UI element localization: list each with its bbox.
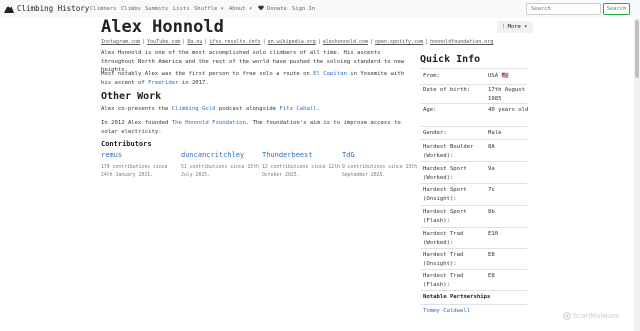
quick-info-label: Hardest Sport (Onsight): [423,187,467,202]
scanmalware-logo-icon [563,312,571,320]
quick-info-value: 7c [488,187,495,193]
brand-title[interactable]: Climbing History [17,4,89,13]
quick-info-label: Hardest Trad (Onsight): [423,252,464,267]
quick-info-label: Age: [423,107,437,113]
quick-info-value: E8 [488,252,495,258]
text-segment: podcast alongside [215,106,280,112]
search-button[interactable]: Search [603,3,630,15]
text-segment: Alex co-presents the [101,106,172,112]
podcast-paragraph: Alex co-presents the Climbing Gold podca… [101,105,411,114]
contributor-card: remus 179 contributions since 24th Janua… [101,151,181,179]
partner-link-tommy-caldwell[interactable]: Tommy Caldwell [423,308,470,314]
contributor-card: duncancritchley 51 contributions since 1… [181,151,261,179]
quick-info-value: E10 [488,231,499,237]
link-climbing-gold[interactable]: Climbing Gold [172,106,216,112]
quick-info-divider [420,304,527,305]
nav-shuffle-dropdown[interactable]: Shuffle ▾ [194,6,224,12]
link-youtube[interactable]: YouTube.com [147,39,180,45]
quick-info-row-sport-flash: Hardest Sport (Flash): 8b [420,205,527,227]
other-work-heading: Other Work [101,91,162,102]
quick-info-heading: Quick Info [420,54,481,65]
nav-climbs[interactable]: Climbs [121,6,141,12]
quick-info-value: 8b [488,209,495,215]
contributor-info: 9 contributions since 13th September 202… [342,165,418,178]
nav-lists[interactable]: Lists [173,6,190,12]
quick-info-label: Date of birth: [423,87,471,93]
link-wikipedia[interactable]: en.wikipedia.org [268,39,316,45]
quick-info-value: 17th August 1985 [488,87,526,102]
quick-info-value: 9a [488,166,495,172]
contributor-card: Thunderbeest 12 contributions since 12th… [262,151,342,179]
quick-info-row-age: Age: 40 years old [420,103,529,126]
scrollbar-thumb[interactable] [635,20,639,78]
contributors-heading: Contributors [101,140,152,148]
country-value: USA [488,73,499,79]
contributor-name[interactable]: remus [101,151,181,159]
nav-summits[interactable]: Summits [145,6,168,12]
nav-about-dropdown[interactable]: About ▾ [229,6,252,12]
nav-donate[interactable]: Donate [267,6,287,12]
quick-info-row-trad-flash: Hardest Trad (Flash): E8 [420,269,527,290]
quick-info-row-dob: Date of birth: 17th August 1985 [420,84,527,103]
heart-icon [258,5,264,11]
quick-info-row-trad-onsight: Hardest Trad (Onsight): E8 [420,248,527,269]
contributor-name[interactable]: Thunderbeest [262,151,342,159]
quick-info-row-gender: Gender: Male [420,126,527,139]
quick-info-value: E8 [488,273,495,279]
quick-info-value: Male [488,130,502,136]
more-dropdown-button[interactable]: ⁝ More ▾ [497,21,533,33]
contributor-name[interactable]: TdG [342,151,422,159]
quick-info-label: Hardest Boulder (Worked): [423,144,474,159]
quick-info-value: USA 🇺🇸 [488,72,530,81]
quick-info-value: 40 years old [488,107,529,113]
quick-info-row-from: From: USA 🇺🇸 [420,68,527,84]
link-honnoldfoundation[interactable]: honnoldfoundation.org [430,39,493,45]
quick-info-label: Hardest Trad (Worked): [423,231,464,246]
notable-partnerships-heading: Notable Partnerships [423,294,491,300]
solo-paragraph: Most notably Alex was the first person t… [101,70,411,87]
nav-sign-in[interactable]: Sign In [292,6,315,12]
quick-info-row-trad-worked: Hardest Trad (Worked): E10 [420,227,527,248]
mountain-logo-icon[interactable] [4,3,14,13]
text-segment: In 2012 Alex founded [101,120,172,126]
quick-info-row-sport-onsight: Hardest Sport (Onsight): 7c [420,183,527,205]
text-segment: in 2017. [178,79,209,86]
contributor-card: TdG 9 contributions since 13th September… [342,151,422,179]
quick-info-label: From: [423,73,440,79]
link-honnold-foundation[interactable]: The Honnold Foundation [172,120,246,126]
link-el-capitan[interactable]: El Capitan [313,71,347,77]
page-title: Alex Honnold [101,17,224,37]
quick-info-row-sport-worked: Hardest Sport (Worked): 9a [420,161,527,183]
contributor-info: 179 contributions since 24th January 202… [101,165,168,178]
quick-info-value: 8A [488,144,495,150]
external-links-row: Instagram.com | YouTube.com | 8a.nu | ifsc.res… [101,39,494,45]
quick-info-label: Hardest Trad (Flash): [423,273,464,288]
contributor-info: 12 contributions since 12th October 2025… [262,165,340,178]
us-flag-icon: 🇺🇸 [501,73,509,79]
quick-info-label: Gender: [423,130,447,136]
link-alexhonnold[interactable]: alexhonnold.com [323,39,368,45]
search-input[interactable] [526,3,601,15]
foundation-paragraph: In 2012 Alex founded The Honnold Foundat… [101,119,411,136]
link-spotify[interactable]: open.spotify.com [375,39,423,45]
nav-climbers[interactable]: Climbers [90,6,117,12]
link-instagram[interactable]: Instagram.com [101,39,140,45]
link-ifsc[interactable]: ifsc.results.info [209,39,260,45]
watermark-text: ScanMalware [573,312,620,320]
link-freerider[interactable]: Freerider [148,80,178,86]
text-segment: Most notably Alex was the first person t… [101,71,314,77]
contributor-info: 51 contributions since 15th July 2025. [181,165,259,178]
quick-info-row-boulder-worked: Hardest Boulder (Worked): 8A [420,139,527,161]
quick-info-label: Hardest Sport (Worked): [423,166,467,181]
contributor-name[interactable]: duncancritchley [181,151,261,159]
link-fitz-cahall[interactable]: Fitz Cahall [280,106,317,112]
link-8a[interactable]: 8a.nu [187,39,202,45]
text-segment: . [316,106,320,112]
top-navbar: Climbing History Climbers Climbs Summits… [0,0,640,18]
quick-info-label: Hardest Sport (Flash): [423,209,467,224]
